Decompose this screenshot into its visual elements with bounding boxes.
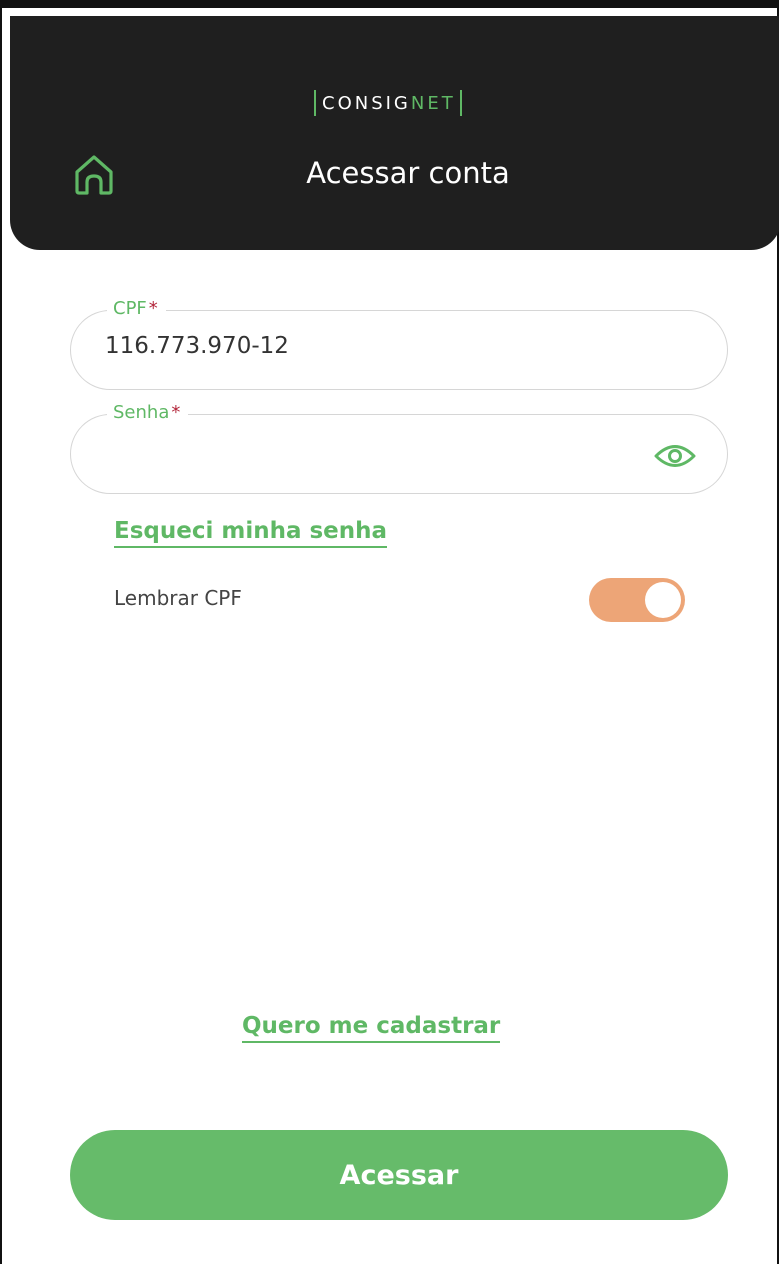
password-label-text: Senha (113, 402, 170, 423)
show-password-button[interactable] (651, 439, 699, 473)
logo-text-consig: CONSIG (322, 92, 411, 114)
login-button[interactable]: Acessar (70, 1130, 728, 1220)
forgot-password-link[interactable]: Esqueci minha senha (114, 516, 388, 548)
cpf-field[interactable]: CPF * (70, 298, 728, 390)
home-button[interactable] (68, 150, 120, 198)
password-input[interactable] (105, 437, 645, 463)
app-header: CONSIG NET Acessar conta (10, 16, 779, 250)
consignet-logo: CONSIG NET (314, 88, 462, 118)
remember-cpf-toggle[interactable] (589, 578, 685, 622)
toggle-knob (645, 582, 681, 618)
eye-icon (654, 445, 696, 467)
page-title: Acessar conta (306, 156, 510, 190)
password-label: Senha * (107, 402, 189, 424)
cpf-label-text: CPF (113, 298, 147, 319)
password-required-mark: * (171, 402, 181, 423)
cpf-label: CPF * (107, 298, 166, 320)
home-icon (75, 155, 113, 195)
app-frame: CONSIG NET Acessar conta CPF* Senha* Esq… (0, 0, 779, 1264)
register-link[interactable]: Quero me cadastrar (242, 1011, 501, 1043)
password-field[interactable]: Senha * (70, 402, 728, 494)
cpf-required-mark: * (148, 298, 158, 319)
logo-bracket-right (459, 90, 462, 116)
cpf-input[interactable] (105, 333, 645, 359)
logo-text-net: NET (410, 92, 456, 114)
remember-cpf-label: Lembrar CPF (114, 586, 242, 610)
